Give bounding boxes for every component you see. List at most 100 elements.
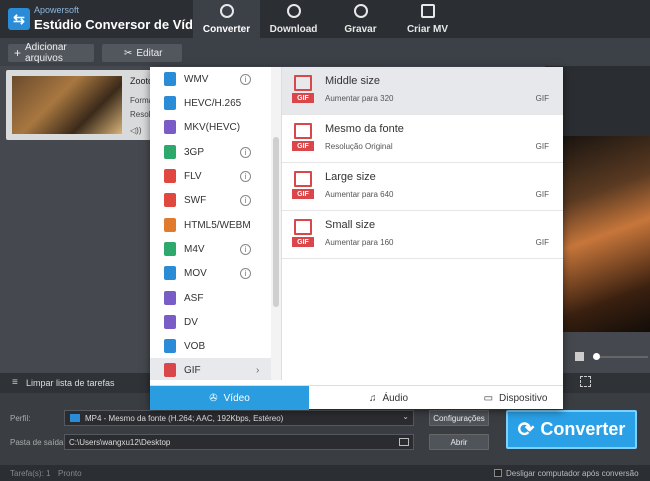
mkv-icon bbox=[164, 120, 176, 134]
format-item-gif[interactable]: GIF › bbox=[150, 358, 271, 380]
format-item-3gp[interactable]: 3GP i bbox=[150, 140, 270, 164]
folder-icon[interactable] bbox=[399, 438, 409, 446]
status-bar: Tarefa(s): 1 Pronto Desligar computador … bbox=[0, 465, 650, 481]
format-label: MKV(HEVC) bbox=[184, 121, 241, 133]
format-item-m4v[interactable]: M4V i bbox=[150, 237, 270, 261]
preset-item-middle-size[interactable]: GIF Middle size Aumentar para 320 GIF bbox=[282, 67, 563, 115]
format-popup: WMV i HEVC/H.265 MKV(HEVC) 3GP i FLV i S… bbox=[150, 67, 563, 410]
scrollbar-thumb[interactable] bbox=[273, 137, 279, 307]
task-count: Tarefa(s): 1 bbox=[10, 469, 51, 478]
preset-title: Large size bbox=[325, 171, 376, 183]
tab-audio[interactable]: ♫ Áudio bbox=[309, 386, 468, 410]
brand-label: Apowersoft bbox=[34, 5, 80, 15]
profile-select[interactable]: MP4 - Mesmo da fonte (H.264; AAC, 192Kbp… bbox=[64, 410, 414, 426]
output-folder-value: C:\Users\wangxu12\Desktop bbox=[69, 437, 171, 447]
format-label: 3GP bbox=[184, 146, 205, 158]
preset-item-small-size[interactable]: GIF Small size Aumentar para 160 GIF bbox=[282, 211, 563, 259]
open-button[interactable]: Abrir bbox=[429, 434, 489, 450]
format-label: HTML5/WEBM bbox=[184, 219, 251, 231]
edit-label: Editar bbox=[136, 47, 163, 59]
info-icon[interactable]: i bbox=[240, 170, 251, 182]
tab-gravar[interactable]: Gravar bbox=[327, 0, 394, 38]
chevron-right-icon: › bbox=[256, 364, 260, 376]
record-icon bbox=[353, 4, 368, 18]
format-item-swf[interactable]: SWF i bbox=[150, 188, 270, 212]
preset-format: GIF bbox=[535, 190, 549, 199]
hevc-icon bbox=[164, 96, 176, 110]
tab-criar-mv[interactable]: Criar MV bbox=[394, 0, 461, 38]
category-tabs: ✇ Vídeo ♫ Áudio ▭ Dispositivo bbox=[150, 385, 563, 410]
format-item-mkv-hevc[interactable]: MKV(HEVC) bbox=[150, 115, 270, 139]
format-label: WMV bbox=[184, 73, 209, 85]
3gp-icon bbox=[164, 145, 176, 159]
devices-icon: ▭ bbox=[483, 392, 494, 404]
video-preview bbox=[563, 136, 650, 332]
add-files-label: Adicionar arquivos bbox=[25, 42, 67, 64]
format-item-mov[interactable]: MOV i bbox=[150, 261, 270, 285]
tab-device[interactable]: ▭ Dispositivo bbox=[468, 386, 563, 410]
preset-subtitle: Aumentar para 640 bbox=[325, 190, 394, 199]
info-icon[interactable]: i bbox=[240, 267, 251, 279]
toolbar: + Adicionar arquivos ✂ Editar bbox=[0, 38, 650, 66]
tab-label: Dispositivo bbox=[499, 392, 548, 404]
format-label: MOV bbox=[184, 267, 207, 279]
preset-format: GIF bbox=[535, 94, 549, 103]
tab-label: Criar MV bbox=[406, 24, 449, 35]
file-item[interactable]: Zootop Forma Resolu ◁)) bbox=[6, 70, 158, 140]
format-list: WMV i HEVC/H.265 MKV(HEVC) 3GP i FLV i S… bbox=[150, 67, 282, 380]
seek-bar[interactable] bbox=[593, 356, 648, 358]
profile-value: MP4 - Mesmo da fonte (H.264; AAC, 192Kbp… bbox=[85, 413, 284, 423]
format-item-wmv[interactable]: WMV i bbox=[150, 67, 270, 91]
settings-button[interactable]: Configurações bbox=[429, 410, 489, 426]
swf-icon bbox=[164, 193, 176, 207]
clear-list-button[interactable]: Limpar lista de tarefas bbox=[26, 378, 115, 388]
seek-handle[interactable] bbox=[593, 353, 600, 360]
format-list-scrollbar[interactable] bbox=[271, 67, 281, 380]
add-files-button[interactable]: + Adicionar arquivos bbox=[8, 42, 94, 64]
format-item-dv[interactable]: DV bbox=[150, 310, 270, 334]
app-logo-icon: ⇆ bbox=[8, 8, 30, 30]
volume-icon[interactable]: ◁)) bbox=[130, 126, 141, 135]
format-item-flv[interactable]: FLV i bbox=[150, 164, 270, 188]
preset-item-large-size[interactable]: GIF Large size Aumentar para 640 GIF bbox=[282, 163, 563, 211]
output-folder-field[interactable]: C:\Users\wangxu12\Desktop bbox=[64, 434, 414, 450]
wmv-icon bbox=[164, 72, 176, 86]
video-format-icon bbox=[70, 414, 80, 422]
shutdown-checkbox[interactable] bbox=[494, 469, 502, 477]
gif-image-icon: GIF bbox=[292, 171, 314, 201]
format-label: M4V bbox=[184, 243, 205, 255]
headphones-icon: ♫ bbox=[368, 392, 377, 404]
app-title: Estúdio Conversor de Vídeo bbox=[34, 17, 209, 32]
info-icon[interactable]: i bbox=[240, 146, 251, 158]
format-item-hevc[interactable]: HEVC/H.265 bbox=[150, 91, 270, 115]
flv-icon bbox=[164, 169, 176, 183]
stop-icon[interactable] bbox=[575, 352, 584, 361]
html5-icon bbox=[164, 218, 176, 232]
preset-item-same-as-source[interactable]: GIF Mesmo da fonte Resolução Original GI… bbox=[282, 115, 563, 163]
format-label: DV bbox=[184, 316, 198, 328]
format-item-vob[interactable]: VOB bbox=[150, 334, 270, 358]
edit-button[interactable]: ✂ Editar bbox=[102, 44, 182, 62]
gif-image-icon: GIF bbox=[292, 123, 314, 153]
format-item-asf[interactable]: ASF bbox=[150, 286, 270, 310]
tv-icon bbox=[420, 4, 435, 18]
tab-download[interactable]: Download bbox=[260, 0, 327, 38]
info-icon[interactable]: i bbox=[240, 73, 251, 85]
format-label: GIF bbox=[184, 364, 201, 376]
clear-list-icon[interactable]: ≡ bbox=[12, 377, 18, 388]
gif-image-icon: GIF bbox=[292, 219, 314, 249]
preset-list: GIF Middle size Aumentar para 320 GIF GI… bbox=[282, 67, 563, 380]
scissors-icon: ✂ bbox=[124, 47, 133, 59]
tab-converter[interactable]: Converter bbox=[193, 0, 260, 38]
tab-video[interactable]: ✇ Vídeo bbox=[150, 386, 309, 410]
info-icon[interactable]: i bbox=[240, 243, 251, 255]
info-icon[interactable]: i bbox=[240, 194, 251, 206]
preset-format: GIF bbox=[535, 238, 549, 247]
download-icon bbox=[286, 4, 301, 18]
format-label: ASF bbox=[184, 292, 204, 304]
crop-icon[interactable] bbox=[580, 376, 591, 387]
plus-icon: + bbox=[14, 46, 22, 60]
dv-icon bbox=[164, 315, 176, 329]
convert-button[interactable]: ⟳ Converter bbox=[506, 410, 637, 449]
format-item-html5-webm[interactable]: HTML5/WEBM bbox=[150, 213, 270, 237]
